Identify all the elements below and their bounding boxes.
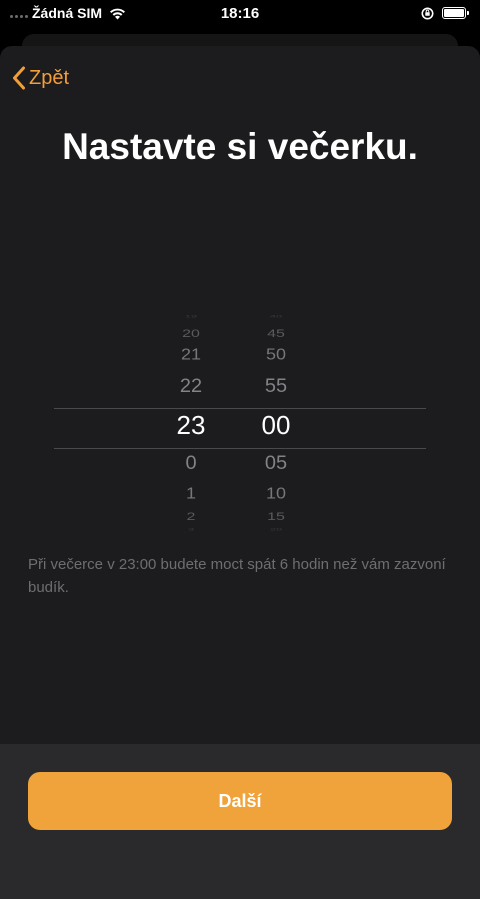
- back-label: Zpět: [29, 66, 70, 89]
- hour-option[interactable]: 0: [146, 450, 236, 475]
- chevron-left-icon: [13, 66, 25, 90]
- hour-selected-value[interactable]: 23: [146, 409, 236, 441]
- minute-option[interactable]: 45: [231, 326, 321, 341]
- hour-option[interactable]: 22: [146, 373, 236, 398]
- back-button[interactable]: Zpět: [12, 66, 69, 90]
- hour-option[interactable]: 3: [146, 527, 236, 533]
- bedtime-info-text: Při večerce v 23:00 budete moct spát 6 h…: [28, 556, 446, 596]
- minute-option[interactable]: 05: [231, 450, 321, 475]
- hour-option[interactable]: 19: [146, 314, 236, 320]
- time-picker[interactable]: 19 20 21 22 23 0 1 2 3 40 45 50 55 00 05 10 15 20: [0, 314, 480, 533]
- bedtime-sheet: Zpět Nastavte si večerku. 19 20 21 22 23 0 1 2 3…: [0, 46, 480, 899]
- orientation-lock-icon: [421, 7, 434, 19]
- hour-wheel[interactable]: 19 20 21 22 23 0 1 2 3: [146, 314, 236, 533]
- minute-option[interactable]: 15: [231, 509, 321, 524]
- status-time: 18:16: [220, 4, 260, 22]
- minute-option[interactable]: 40: [231, 314, 321, 320]
- minute-option[interactable]: 55: [231, 373, 321, 398]
- hour-option[interactable]: 20: [146, 326, 236, 341]
- wifi-icon: [110, 8, 126, 19]
- status-left: Žádná SIM: [10, 5, 126, 21]
- battery-icon: [442, 7, 469, 19]
- hour-option[interactable]: 1: [146, 482, 236, 503]
- status-bar: Žádná SIM 18:16: [0, 0, 480, 26]
- footer-bar: Další: [0, 744, 480, 899]
- minute-wheel[interactable]: 40 45 50 55 00 05 10 15 20: [231, 314, 321, 533]
- carrier-label: Žádná SIM: [32, 5, 103, 21]
- signal-icon: [10, 8, 28, 18]
- minute-option[interactable]: 50: [231, 343, 321, 364]
- hour-option[interactable]: 2: [146, 509, 236, 524]
- hour-option[interactable]: 21: [146, 343, 236, 364]
- page-title: Nastavte si večerku.: [62, 126, 418, 167]
- minute-option[interactable]: 20: [231, 527, 321, 533]
- status-right: [421, 7, 469, 20]
- minute-selected-value[interactable]: 00: [231, 409, 321, 441]
- next-button[interactable]: Další: [28, 772, 452, 830]
- minute-option[interactable]: 10: [231, 482, 321, 503]
